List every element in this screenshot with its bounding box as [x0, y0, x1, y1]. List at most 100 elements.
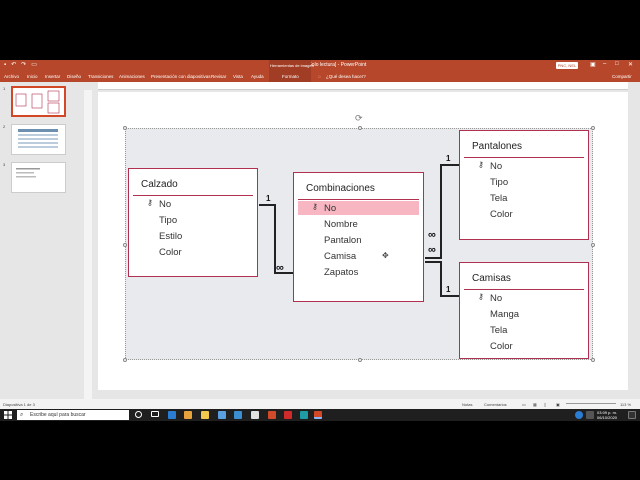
diagram-image[interactable]: Calzado ⚷ No Tipo Estilo Color Combinaci…: [123, 126, 595, 362]
relationship-line: [440, 164, 459, 166]
tab-inicio[interactable]: Inicio: [27, 74, 38, 79]
tab-transiciones[interactable]: Transiciones: [88, 74, 113, 79]
resize-handle[interactable]: [591, 126, 595, 130]
comments-button[interactable]: Comentarios: [484, 402, 507, 407]
resize-handle[interactable]: [123, 358, 127, 362]
table-combinaciones[interactable]: Combinaciones ⚷ No Nombre Pantalon Camis…: [293, 172, 424, 302]
ribbon-tabs: Herramientas de imagen Archivo Inicio In…: [0, 60, 640, 82]
mail-icon[interactable]: [234, 411, 242, 419]
tab-vista[interactable]: Vista: [233, 74, 243, 79]
tab-archivo[interactable]: Archivo: [4, 74, 19, 79]
table-camisas[interactable]: Camisas ⚷ No Manga Tela Color: [459, 262, 589, 359]
tab-insertar[interactable]: Insertar: [45, 74, 60, 79]
one-label: 1: [446, 285, 451, 294]
powerpoint-window: ▪ ↶ ↷ ▭ Presentación1 [Solo lectura] - P…: [0, 60, 640, 421]
table-calzado[interactable]: Calzado ⚷ No Tipo Estilo Color: [128, 168, 258, 277]
app-icon[interactable]: [300, 411, 308, 419]
vertical-ruler: [84, 90, 92, 420]
task-view-icon[interactable]: [151, 411, 159, 417]
field-zapatos: Zapatos: [324, 267, 359, 278]
slide-indicator: Diapositiva 1 de 3: [3, 402, 35, 407]
reading-view-icon[interactable]: ▯: [544, 402, 546, 407]
word-icon[interactable]: [268, 411, 276, 419]
notifications-icon[interactable]: [628, 411, 636, 419]
cursor-icon: ✥: [382, 251, 389, 260]
sorter-view-icon[interactable]: ▦: [533, 402, 537, 407]
tray-icon[interactable]: [575, 411, 583, 419]
slide-canvas[interactable]: ⟳ Calzado ⚷ No Tipo Estilo Color Combina…: [98, 92, 628, 390]
table-name: Combinaciones: [306, 183, 375, 194]
field-no: No: [490, 161, 503, 172]
zoom-slider[interactable]: [566, 403, 616, 404]
taskbar-search[interactable]: ⌕ Escribe aquí para buscar: [17, 410, 129, 420]
file-explorer-icon[interactable]: [201, 411, 209, 419]
cortana-icon[interactable]: [135, 411, 142, 418]
relationship-line: [440, 295, 459, 297]
divider: [133, 195, 253, 196]
field-tela: Tela: [490, 325, 508, 336]
tab-revisar[interactable]: Revisar: [211, 74, 226, 79]
table-pantalones[interactable]: Pantalones ⚷ No Tipo Tela Color: [459, 130, 589, 240]
close-icon[interactable]: ✕: [628, 61, 633, 68]
relationship-line: [425, 261, 441, 263]
powerpoint-taskbar-icon[interactable]: [314, 411, 322, 419]
horizontal-ruler: [98, 82, 628, 90]
taskbar: ⌕ Escribe aquí para buscar 03:09 p. m. 0…: [0, 409, 640, 421]
status-bar: Diapositiva 1 de 3 Notas Comentarios ▭ ▦…: [0, 399, 640, 409]
maximize-icon[interactable]: □: [615, 61, 619, 67]
clock-date: 06/10/2020: [597, 415, 618, 420]
slide-thumbnail-1[interactable]: [11, 86, 66, 117]
tab-ayuda[interactable]: Ayuda: [251, 74, 264, 79]
network-icon[interactable]: [586, 411, 594, 419]
notes-button[interactable]: Notas: [462, 402, 472, 407]
one-label: 1: [266, 194, 271, 203]
taskbar-clock[interactable]: 03:09 p. m. 06/10/2020: [597, 410, 617, 420]
user-account[interactable]: PNC, NEL: [556, 62, 578, 69]
relationship-line: [440, 164, 442, 259]
field-nombre: Nombre: [324, 219, 358, 230]
slideshow-view-icon[interactable]: ▣: [556, 402, 560, 407]
relationship-line: [440, 261, 442, 297]
many-label: ∞: [428, 244, 436, 256]
window-title: Presentación1 [Solo lectura] - PowerPoin…: [273, 62, 367, 68]
rotate-handle-icon[interactable]: ⟳: [355, 113, 363, 124]
resize-handle[interactable]: [358, 358, 362, 362]
tab-diseno[interactable]: Diseño: [67, 74, 81, 79]
divider: [464, 157, 584, 158]
chrome-icon[interactable]: [184, 411, 192, 419]
context-group-label: Herramientas de imagen: [270, 63, 314, 68]
tab-animaciones[interactable]: Animaciones: [119, 74, 145, 79]
tell-me-box[interactable]: ¿Qué desea hacer?: [326, 74, 366, 79]
resize-handle[interactable]: [123, 243, 127, 247]
field-no: No: [490, 293, 503, 304]
key-icon: ⚷: [478, 160, 484, 169]
tab-presentacion[interactable]: Presentación con diapositivas: [151, 74, 211, 79]
resize-handle[interactable]: [358, 126, 362, 130]
field-no: No: [159, 199, 172, 210]
one-label: 1: [446, 154, 451, 163]
field-tipo: Tipo: [159, 215, 178, 226]
field-color: Color: [490, 341, 513, 352]
normal-view-icon[interactable]: ▭: [522, 402, 526, 407]
search-icon: ⌕: [20, 412, 24, 418]
ribbon-display-icon[interactable]: ▣: [590, 61, 596, 68]
field-estilo: Estilo: [159, 231, 183, 242]
tab-formato[interactable]: Formato: [282, 74, 299, 79]
slide-thumbnail-3[interactable]: [11, 162, 66, 193]
store-icon[interactable]: [218, 411, 226, 419]
field-camisa: Camisa: [324, 251, 357, 262]
edge-icon[interactable]: [168, 411, 176, 419]
resize-handle[interactable]: [591, 243, 595, 247]
resize-handle[interactable]: [591, 358, 595, 362]
share-button[interactable]: Compartir: [612, 74, 632, 79]
slide-number: 3: [3, 162, 6, 167]
table-name: Camisas: [472, 273, 511, 284]
slide-thumbnail-2[interactable]: [11, 124, 66, 155]
many-label: ∞: [428, 229, 436, 241]
resize-handle[interactable]: [123, 126, 127, 130]
windows-start-icon[interactable]: [4, 411, 12, 419]
acrobat-icon[interactable]: [284, 411, 292, 419]
zoom-level[interactable]: 113 %: [620, 402, 631, 407]
minimize-icon[interactable]: –: [603, 61, 606, 67]
app-icon[interactable]: [251, 411, 259, 419]
